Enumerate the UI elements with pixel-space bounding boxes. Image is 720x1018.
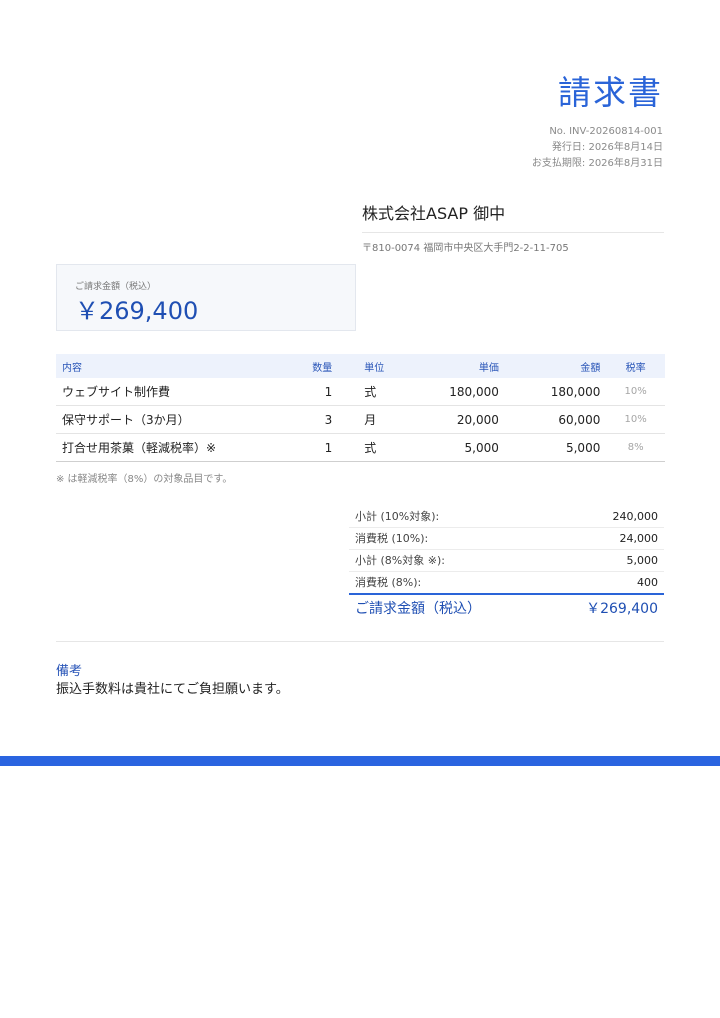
summary-label: 小計 (8%対象 ※): — [355, 554, 445, 567]
issue-date: 発行日: 2026年8月14日 — [551, 142, 663, 153]
summary-label: 小計 (10%対象): — [355, 510, 440, 523]
grand-total-label: ご請求金額（税込） — [355, 601, 481, 617]
table-row: 打合せ用茶菓（軽減税率）※ 1 式 5,000 5,000 8% — [56, 433, 665, 462]
summary-row: 小計 (10%対象): 240,000 — [349, 506, 664, 528]
summary-row: 消費税 (8%): 400 — [349, 572, 664, 593]
summary-row: 消費税 (10%): 24,000 — [349, 528, 664, 550]
summary-row: 小計 (8%対象 ※): 5,000 — [349, 550, 664, 572]
summary-value: 5,000 — [626, 554, 659, 567]
table-header-row: 内容 数量 単位 単価 金額 税率 — [56, 354, 665, 378]
header-name: 内容 — [56, 354, 280, 378]
grand-total-row: ご請求金額（税込） ￥269,400 — [349, 593, 664, 623]
item-rate: 10% — [606, 378, 665, 406]
item-unit: 式 — [338, 433, 417, 462]
item-amount: 60,000 — [504, 405, 607, 434]
client-name: 株式会社ASAP 御中 — [362, 200, 664, 233]
item-qty: 1 — [279, 433, 339, 462]
remarks-body: 振込手数料は貴社にてご負担願います。 — [56, 682, 289, 697]
header-unit: 単位 — [338, 354, 417, 378]
item-amount: 5,000 — [504, 433, 607, 462]
item-qty: 1 — [279, 378, 339, 406]
item-rate: 10% — [606, 405, 665, 434]
grand-total-value: ￥269,400 — [586, 601, 658, 617]
item-price: 180,000 — [416, 378, 505, 406]
header-amount: 金額 — [504, 354, 607, 378]
summary-value: 240,000 — [612, 510, 659, 523]
footer-accent-bar — [0, 756, 720, 766]
summary-label: 消費税 (10%): — [355, 532, 429, 545]
item-name: 打合せ用茶菓（軽減税率）※ — [56, 433, 280, 462]
invoice-number: No. INV-20260814-001 — [549, 126, 663, 137]
reduced-tax-note: ※ は軽減税率（8%）の対象品目です。 — [56, 474, 233, 485]
item-price: 20,000 — [416, 405, 505, 434]
due-date: お支払期限: 2026年8月31日 — [531, 158, 663, 169]
invoice-page: 請求書 No. INV-20260814-001 発行日: 2026年8月14日… — [0, 0, 720, 1018]
table-row: 保守サポート（3か月） 3 月 20,000 60,000 10% — [56, 405, 665, 434]
table-row: ウェブサイト制作費 1 式 180,000 180,000 10% — [56, 378, 665, 406]
item-name: 保守サポート（3か月） — [56, 405, 280, 434]
item-unit: 式 — [338, 378, 417, 406]
item-rate: 8% — [606, 433, 665, 462]
client-address: 〒810-0074 福岡市中央区大手門2-2-11-705 — [362, 243, 569, 254]
header-qty: 数量 — [279, 354, 339, 378]
total-amount-box: ご請求金額（税込） ￥269,400 — [56, 264, 356, 331]
section-divider — [56, 641, 664, 642]
summary-value: 24,000 — [619, 532, 659, 545]
header-rate: 税率 — [606, 354, 665, 378]
summary-value: 400 — [637, 576, 658, 589]
item-unit: 月 — [338, 405, 417, 434]
total-amount-value: ￥269,400 — [75, 297, 199, 325]
invoice-title: 請求書 — [558, 73, 663, 112]
item-price: 5,000 — [416, 433, 505, 462]
item-qty: 3 — [279, 405, 339, 434]
client-block: 株式会社ASAP 御中 〒810-0074 福岡市中央区大手門2-2-11-70… — [362, 200, 664, 254]
item-name: ウェブサイト制作費 — [56, 378, 280, 406]
remarks-heading: 備考 — [56, 664, 83, 679]
invoice-meta: No. INV-20260814-001 発行日: 2026年8月14日 お支払… — [532, 124, 663, 172]
line-items-table: 内容 数量 単位 単価 金額 税率 ウェブサイト制作費 1 式 180,000 … — [56, 354, 665, 462]
summary-label: 消費税 (8%): — [355, 576, 422, 589]
item-amount: 180,000 — [504, 378, 607, 406]
header-price: 単価 — [416, 354, 505, 378]
summary-block: 小計 (10%対象): 240,000 消費税 (10%): 24,000 小計… — [349, 506, 664, 623]
